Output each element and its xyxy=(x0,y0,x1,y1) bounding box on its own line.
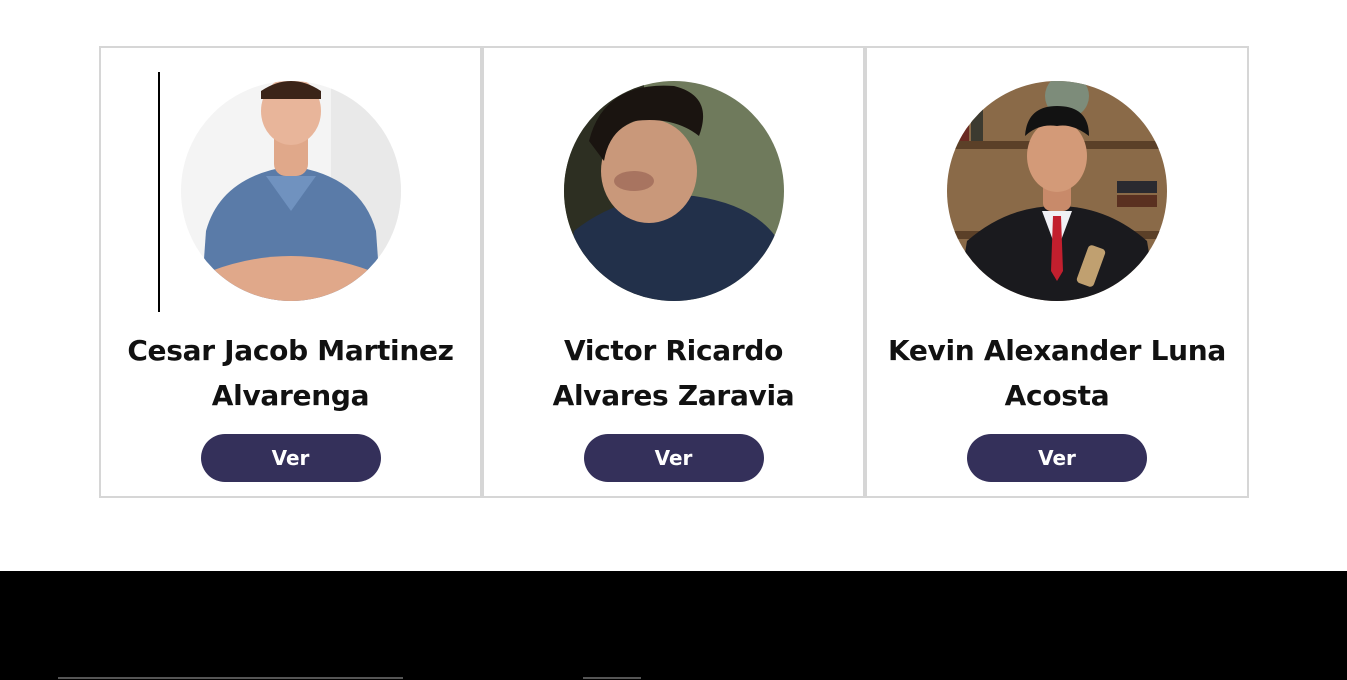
portrait-photo xyxy=(563,81,784,301)
member-card: Cesar Jacob Martinez Alvarenga Ver xyxy=(99,46,482,498)
footer-divider xyxy=(58,677,403,679)
member-card: Kevin Alexander Luna Acosta Ver xyxy=(865,46,1249,498)
footer-divider xyxy=(583,677,641,679)
member-avatar xyxy=(947,81,1167,301)
member-avatar xyxy=(563,81,784,301)
view-button[interactable]: Ver xyxy=(967,434,1147,482)
team-section: Cesar Jacob Martinez Alvarenga Ver Victo… xyxy=(99,46,1249,498)
portrait-photo xyxy=(947,81,1167,301)
member-name: Kevin Alexander Luna Acosta xyxy=(887,334,1227,412)
member-name: Victor Ricardo Alvares Zaravia xyxy=(552,334,795,412)
view-button[interactable]: Ver xyxy=(583,434,764,482)
member-card: Victor Ricardo Alvares Zaravia Ver xyxy=(482,46,865,498)
member-avatar xyxy=(180,81,401,301)
vertical-divider xyxy=(158,72,160,312)
footer xyxy=(0,571,1347,680)
member-name: Cesar Jacob Martinez Alvarenga xyxy=(127,334,454,412)
view-button[interactable]: Ver xyxy=(200,434,381,482)
portrait-photo xyxy=(180,81,401,301)
